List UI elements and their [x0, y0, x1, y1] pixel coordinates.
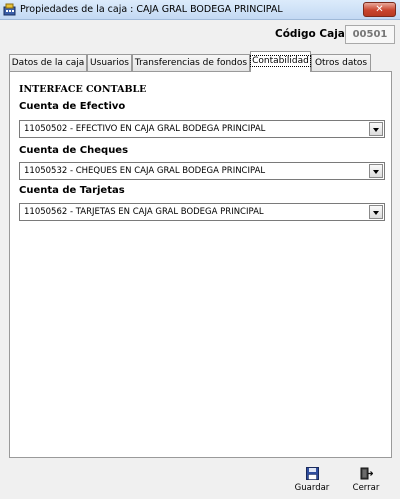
cash-box-icon	[3, 3, 16, 16]
close-button[interactable]: ✕	[363, 2, 396, 17]
close-icon: ✕	[375, 4, 384, 15]
chevron-down-icon[interactable]	[369, 205, 383, 219]
tab-contabilidad[interactable]: Contabilidad	[250, 51, 311, 72]
section-title: INTERFACE CONTABLE	[19, 84, 147, 95]
title-bar: Propiedades de la caja : CAJA GRAL BODEG…	[0, 0, 400, 20]
cuenta-efectivo-label: Cuenta de Efectivo	[19, 101, 126, 112]
tab-otros-datos[interactable]: Otros datos	[311, 54, 371, 71]
tab-label: Contabilidad	[250, 55, 311, 67]
tab-usuarios[interactable]: Usuarios	[87, 54, 132, 71]
codigo-caja-label: Código Caja	[275, 28, 345, 40]
chevron-down-icon[interactable]	[369, 164, 383, 178]
cuenta-tarjetas-label: Cuenta de Tarjetas	[19, 185, 125, 196]
chevron-down-icon[interactable]	[369, 122, 383, 136]
tab-label: Usuarios	[90, 58, 129, 68]
tab-label: Transferencias de fondos	[134, 58, 248, 68]
tab-datos-de-la-caja[interactable]: Datos de la caja	[9, 54, 87, 71]
cuenta-cheques-select[interactable]: 11050532 - CHEQUES EN CAJA GRAL BODEGA P…	[19, 162, 385, 180]
cuenta-tarjetas-select[interactable]: 11050562 - TARJETAS EN CAJA GRAL BODEGA …	[19, 203, 385, 221]
cuenta-efectivo-select[interactable]: 11050502 - EFECTIVO EN CAJA GRAL BODEGA …	[19, 120, 385, 138]
selected-value: 11050502 - EFECTIVO EN CAJA GRAL BODEGA …	[24, 124, 266, 134]
floppy-disk-icon	[305, 467, 319, 480]
tab-label: Datos de la caja	[11, 58, 85, 68]
exit-door-icon	[360, 467, 373, 480]
selected-value: 11050532 - CHEQUES EN CAJA GRAL BODEGA P…	[24, 166, 266, 176]
cuenta-cheques-label: Cuenta de Cheques	[19, 145, 129, 156]
window-title: Propiedades de la caja : CAJA GRAL BODEG…	[20, 4, 283, 15]
cerrar-label: Cerrar	[352, 483, 380, 493]
selected-value: 11050562 - TARJETAS EN CAJA GRAL BODEGA …	[24, 207, 264, 217]
tab-transferencias-de-fondos[interactable]: Transferencias de fondos	[132, 54, 250, 71]
cerrar-button[interactable]: Cerrar	[340, 467, 392, 497]
codigo-caja-field[interactable]: 00501	[345, 25, 395, 44]
guardar-button[interactable]: Guardar	[286, 467, 338, 497]
guardar-label: Guardar	[294, 483, 330, 493]
tab-label: Otros datos	[314, 58, 368, 68]
